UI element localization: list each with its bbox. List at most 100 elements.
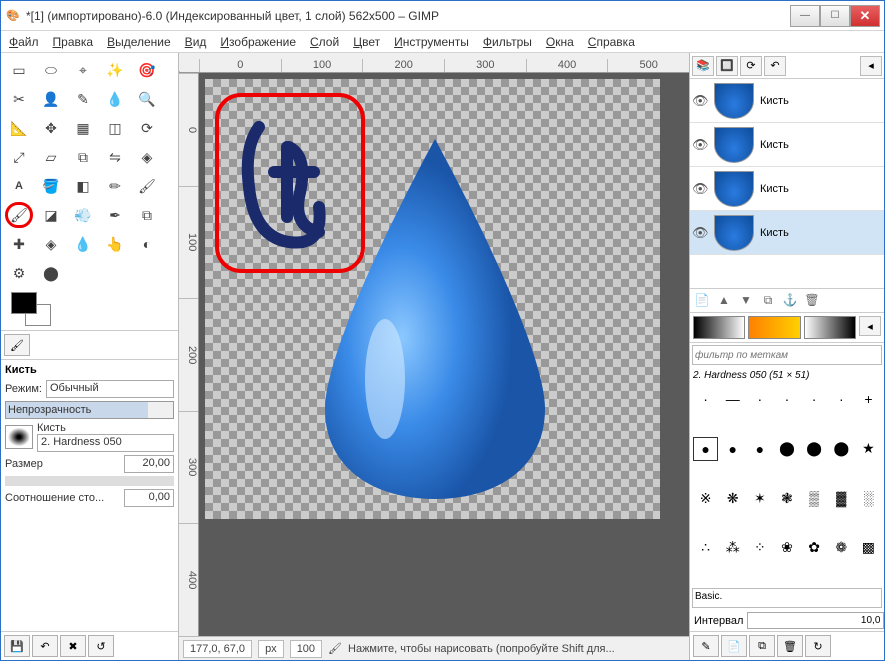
reset-button[interactable]: ↺ (88, 635, 114, 657)
eye-icon[interactable]: 👁 (692, 137, 708, 153)
close-button[interactable]: ✕ (850, 5, 880, 27)
viewport[interactable] (199, 73, 689, 636)
perspective-clone-tool[interactable]: ◈ (37, 231, 65, 257)
refresh-brush-button[interactable]: ↻ (805, 635, 831, 657)
wand-tool[interactable]: ✨ (101, 57, 129, 83)
menu-file[interactable]: Файл (9, 35, 39, 49)
brush-item[interactable]: — (720, 387, 745, 411)
brush-item[interactable]: ⬤ (802, 437, 827, 461)
crop-tool[interactable]: ◫ (101, 115, 129, 141)
brush-tool-alt[interactable]: 🖌 (133, 173, 161, 199)
eye-icon[interactable]: 👁 (692, 93, 708, 109)
preset-select[interactable]: Basic. (692, 588, 882, 608)
brush-item[interactable]: ※ (693, 486, 718, 510)
foreground-tool[interactable]: 👤 (37, 86, 65, 112)
move-tool[interactable]: ✥ (37, 115, 65, 141)
brush-item[interactable]: ░ (856, 486, 881, 510)
clone-tool[interactable]: ⧉ (133, 202, 161, 228)
undo-tab[interactable]: ↶ (764, 56, 786, 76)
mode-select[interactable]: Обычный (46, 380, 174, 398)
interval-input[interactable] (747, 612, 884, 629)
brush-item[interactable]: · (693, 387, 718, 411)
eye-icon[interactable]: 👁 (692, 225, 708, 241)
brush-item[interactable]: · (802, 387, 827, 411)
airbrush-tool[interactable]: 💨 (69, 202, 97, 228)
menu-edit[interactable]: Правка (53, 35, 94, 49)
brush-item[interactable]: ● (720, 437, 745, 461)
brush-item[interactable]: ✶ (747, 486, 772, 510)
align-tool[interactable]: ▦ (69, 115, 97, 141)
layer-item[interactable]: 👁Кисть (690, 211, 884, 255)
menu-select[interactable]: Выделение (107, 35, 171, 49)
smudge-tool[interactable]: 👆 (101, 231, 129, 257)
shear-tool[interactable]: ▱ (37, 144, 65, 170)
opacity-slider[interactable]: Непрозрачность (5, 401, 174, 419)
gradient-tool[interactable]: ◧ (69, 173, 97, 199)
ink-tool[interactable]: ✒ (101, 202, 129, 228)
brush-item[interactable]: + (856, 387, 881, 411)
tool-options-tab[interactable]: 🖌 (4, 334, 30, 356)
new-layer-button[interactable]: 📄 (692, 291, 712, 309)
paintbrush-tool[interactable]: 🖌 (5, 202, 33, 228)
brush-preview[interactable] (5, 425, 33, 449)
gradient-preview-3[interactable] (804, 316, 856, 339)
bucket-tool[interactable]: 🪣 (37, 173, 65, 199)
brush-item[interactable]: ❋ (720, 486, 745, 510)
menu-layer[interactable]: Слой (310, 35, 339, 49)
anchor-button[interactable]: ⚓ (780, 291, 800, 309)
minimize-button[interactable]: — (790, 5, 820, 27)
fg-color[interactable] (11, 292, 37, 314)
brush-item[interactable]: ▓ (829, 486, 854, 510)
cage-tool[interactable]: ◈ (133, 144, 161, 170)
brush-item[interactable]: ⁂ (720, 536, 745, 560)
edit-brush-button[interactable]: ✎ (693, 635, 719, 657)
brush-item[interactable]: ∴ (693, 536, 718, 560)
zoom-tool[interactable]: 🔍 (133, 86, 161, 112)
dup-layer-button[interactable]: ⧉ (758, 291, 778, 309)
ellipse-select-tool[interactable]: ⬭ (37, 57, 65, 83)
delete-brush-button[interactable]: 🗑 (777, 635, 803, 657)
raise-layer-button[interactable]: ▲ (714, 291, 734, 309)
zoom-input[interactable]: 100 (290, 640, 322, 658)
lasso-tool[interactable]: ⌖ (69, 57, 97, 83)
brush-item[interactable]: ★ (856, 437, 881, 461)
blur-tool[interactable]: 💧 (69, 231, 97, 257)
brush-item[interactable]: ⬤ (829, 437, 854, 461)
menu-filters[interactable]: Фильтры (483, 35, 532, 49)
scale-tool[interactable]: ⤢ (5, 144, 33, 170)
ratio-input[interactable]: 0,00 (124, 489, 174, 507)
rotate-tool[interactable]: ⟳ (133, 115, 161, 141)
brush-item[interactable]: ❃ (774, 486, 799, 510)
brush-item[interactable]: ⬤ (774, 437, 799, 461)
channels-tab[interactable]: 🔲 (716, 56, 738, 76)
restore-preset-button[interactable]: ↶ (32, 635, 58, 657)
eye-icon[interactable]: 👁 (692, 181, 708, 197)
perspective-tool[interactable]: ⧉ (69, 144, 97, 170)
brush-item[interactable]: ❀ (774, 536, 799, 560)
save-preset-button[interactable]: 💾 (4, 635, 30, 657)
extra-tool-1[interactable]: ⚙ (5, 260, 33, 286)
menu-image[interactable]: Изображение (220, 35, 296, 49)
dup-brush-button[interactable]: ⧉ (749, 635, 775, 657)
new-brush-button[interactable]: 📄 (721, 635, 747, 657)
brush-item[interactable]: ● (747, 437, 772, 461)
gradient-menu[interactable]: ◂ (859, 316, 881, 336)
flip-tool[interactable]: ⇋ (101, 144, 129, 170)
brush-item[interactable]: · (747, 387, 772, 411)
heal-tool[interactable]: ✚ (5, 231, 33, 257)
maximize-button[interactable]: ☐ (820, 5, 850, 27)
brush-item[interactable]: · (774, 387, 799, 411)
menu-view[interactable]: Вид (185, 35, 207, 49)
delete-preset-button[interactable]: ✖ (60, 635, 86, 657)
menu-color[interactable]: Цвет (353, 35, 380, 49)
menu-tools[interactable]: Инструменты (394, 35, 469, 49)
color-picker-tool[interactable]: 💧 (101, 86, 129, 112)
unit-select[interactable]: px (258, 640, 284, 658)
eraser-tool[interactable]: ◪ (37, 202, 65, 228)
dodge-tool[interactable]: ◐ (133, 231, 161, 257)
brush-name[interactable]: 2. Hardness 050 (37, 434, 174, 452)
gradient-preview-1[interactable] (693, 316, 745, 339)
brush-item[interactable]: ▒ (802, 486, 827, 510)
brush-item[interactable]: ❁ (829, 536, 854, 560)
panel-menu[interactable]: ◂ (860, 56, 882, 76)
